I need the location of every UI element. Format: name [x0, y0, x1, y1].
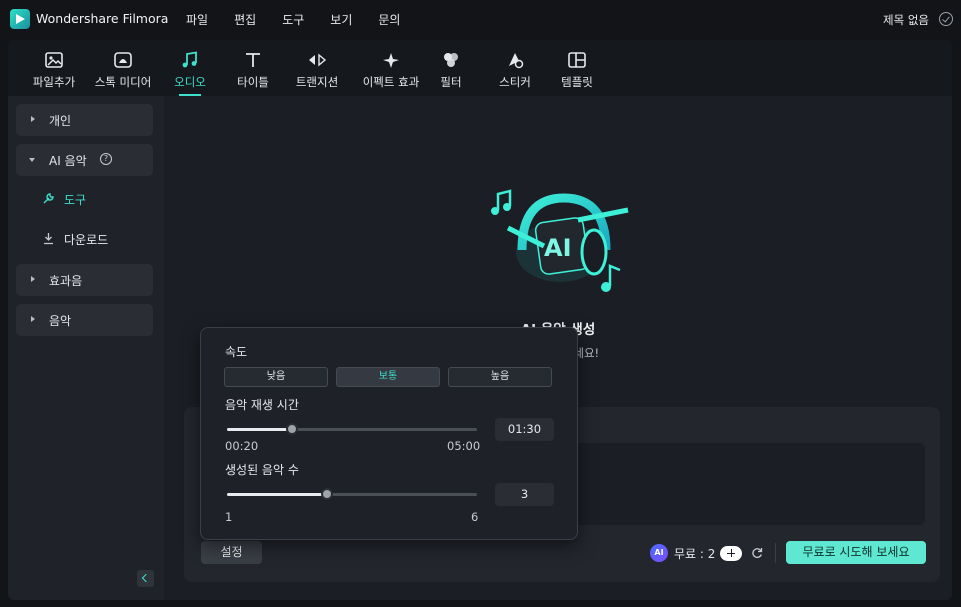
menu-help[interactable]: 문의 [378, 11, 400, 28]
tab-label: 파일추가 [32, 75, 76, 89]
tab-label: 스톡 미디어 [94, 75, 152, 89]
collapse-sidebar-button[interactable] [137, 570, 154, 587]
count-slider-fill [227, 493, 327, 496]
chevron-right-icon [31, 116, 35, 122]
chevron-right-icon [31, 316, 35, 322]
tab-filters[interactable]: 필터 [432, 40, 470, 96]
count-slider-thumb[interactable] [321, 488, 333, 500]
menu-file[interactable]: 파일 [186, 11, 208, 28]
speed-low-button[interactable]: 낮음 [224, 367, 328, 387]
download-icon [44, 233, 53, 245]
settings-button[interactable]: 설정 [201, 541, 262, 564]
sidebar-item-music[interactable]: 음악 [16, 304, 153, 336]
sidebar-item-label: AI 음악 [49, 154, 87, 168]
count-label: 생성된 음악 수 [225, 463, 299, 477]
speed-high-button[interactable]: 높음 [448, 367, 552, 387]
duration-max-label: 05:00 [447, 439, 481, 453]
duration-label: 음악 재생 시간 [225, 398, 299, 412]
speed-label: 속도 [225, 345, 248, 359]
menu-view[interactable]: 보기 [330, 11, 352, 28]
duration-value[interactable]: 01:30 [495, 418, 554, 441]
project-title[interactable]: 제목 없음 [883, 12, 929, 28]
tab-label: 이펙트 효과 [362, 75, 420, 89]
media-toolbar: 파일추가 스톡 미디어 오디오 타이틀 트랜지션 이펙트 효과 필터 스티커 템… [8, 40, 952, 96]
sidebar-item-sound-effects[interactable]: 효과음 [16, 264, 153, 296]
tab-transitions[interactable]: 트랜지션 [288, 40, 346, 96]
wrench-icon [43, 193, 54, 204]
tab-audio[interactable]: 오디오 [166, 40, 214, 96]
tab-import-media[interactable]: 파일추가 [26, 40, 82, 96]
music-note-icon [182, 51, 197, 68]
tab-stock-media[interactable]: 스톡 미디어 [90, 40, 156, 96]
sidebar-item-label: 음악 [49, 314, 72, 328]
duration-slider[interactable] [227, 423, 477, 435]
add-credits-button[interactable] [720, 545, 743, 561]
ai-credit-icon: AI [650, 544, 668, 562]
transition-icon [309, 53, 327, 67]
menu-tools[interactable]: 도구 [282, 11, 304, 28]
ai-headphones-illustration: AI [491, 189, 629, 292]
sidebar-item-label: 효과음 [49, 274, 83, 288]
count-min-label: 1 [225, 510, 233, 524]
credit-text: 무료 : 2 [674, 546, 716, 561]
tab-label: 템플릿 [561, 75, 593, 89]
duration-slider-thumb[interactable] [286, 423, 298, 435]
sidebar-subitem-label: 도구 [64, 193, 87, 207]
sticker-icon [509, 53, 524, 69]
chevron-down-icon [29, 158, 35, 162]
filter-icon [444, 53, 458, 67]
template-icon [568, 52, 586, 68]
count-slider[interactable] [227, 488, 477, 500]
count-max-label: 6 [471, 510, 479, 524]
duration-min-label: 00:20 [225, 439, 259, 453]
speed-normal-button[interactable]: 보통 [336, 367, 440, 387]
app-title: Wondershare Filmora [36, 11, 169, 26]
refresh-icon[interactable] [751, 547, 763, 559]
tab-stickers[interactable]: 스티커 [490, 40, 540, 96]
sidebar-item-ai-music[interactable]: AI 음악 ? [16, 144, 153, 176]
import-media-icon [45, 52, 63, 68]
duration-slider-fill [227, 428, 292, 431]
divider [775, 543, 777, 563]
menu-edit[interactable]: 편집 [234, 11, 256, 28]
tab-label: 트랜지션 [295, 75, 339, 89]
sidebar-item-personal[interactable]: 개인 [16, 104, 153, 136]
credit-indicator: AI 무료 : 2 [650, 541, 777, 565]
title-bar: Wondershare Filmora 파일 편집 도구 보기 문의 제목 없음 [0, 0, 961, 38]
try-free-button[interactable]: 무료로 시도해 보세요 [786, 541, 926, 564]
tab-effects[interactable]: 이펙트 효과 [350, 40, 432, 96]
settings-popover: 속도 낮음 보통 높음 음악 재생 시간 01:30 00:20 05:00 생… [200, 327, 578, 540]
chevron-right-icon [31, 276, 35, 282]
tab-label: 필터 [440, 75, 462, 89]
tab-label: 오디오 [174, 75, 206, 89]
svg-text:AI: AI [544, 234, 572, 262]
stock-media-icon [114, 52, 132, 68]
count-value[interactable]: 3 [495, 483, 554, 506]
help-question-icon[interactable]: ? [100, 153, 112, 165]
menu-bar: 파일 편집 도구 보기 문의 [186, 11, 426, 28]
save-status-check-icon[interactable] [939, 12, 953, 26]
title-text-icon [246, 53, 260, 67]
sidebar-subitem-label: 다운로드 [64, 233, 109, 247]
effects-sparkle-icon [383, 53, 399, 68]
sidebar: 개인 AI 음악 ? 도구 다운로드 효과음 음악 [8, 96, 164, 600]
tab-label: 스티커 [499, 75, 531, 89]
filmora-logo-icon [10, 9, 30, 29]
sidebar-item-label: 개인 [49, 114, 72, 128]
tab-titles[interactable]: 타이틀 [230, 40, 276, 96]
tab-label: 타이틀 [237, 75, 269, 89]
tab-templates[interactable]: 템플릿 [554, 40, 600, 96]
